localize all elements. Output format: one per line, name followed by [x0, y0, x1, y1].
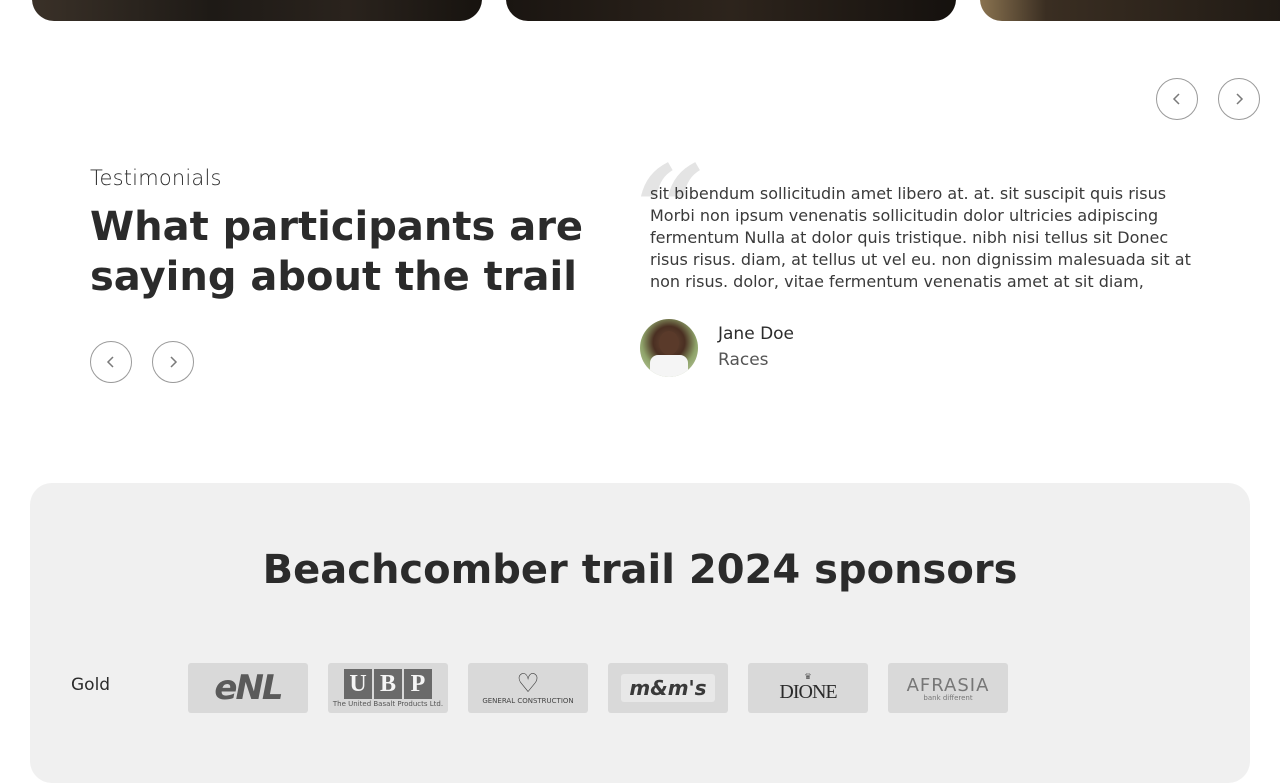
- testimonial-next-button[interactable]: [152, 341, 194, 383]
- logo-letter: P: [404, 668, 432, 699]
- sponsor-logo-enl[interactable]: eNL: [188, 663, 308, 713]
- carousel-next-button[interactable]: [1218, 78, 1260, 120]
- event-card-image[interactable]: [506, 0, 956, 21]
- logo-subtext: bank different: [923, 693, 973, 702]
- logo-text: m&m's: [621, 674, 715, 702]
- event-card-image[interactable]: [32, 0, 482, 21]
- testimonial-quote: sit bibendum sollicitudin amet libero at…: [650, 184, 1191, 291]
- logo-text: eNL: [214, 668, 283, 708]
- sponsors-panel: Beachcomber trail 2024 sponsors Gold eNL…: [30, 483, 1250, 783]
- chevron-right-icon: [170, 356, 178, 368]
- avatar: [640, 319, 698, 377]
- sponsor-logo-mms[interactable]: m&m's: [608, 663, 728, 713]
- section-eyebrow: Testimonials: [90, 166, 222, 190]
- logo-subtext: The United Basalt Products Ltd.: [332, 699, 444, 708]
- logo-text: GENERAL CONSTRUCTION: [482, 697, 574, 705]
- testimonial-prev-button[interactable]: [90, 341, 132, 383]
- carousel-prev-button[interactable]: [1156, 78, 1198, 120]
- logo-text: DIONE: [779, 681, 837, 703]
- crown-icon: ♛: [804, 672, 812, 681]
- sponsor-logo-general-construction[interactable]: ♡ GENERAL CONSTRUCTION: [468, 663, 588, 713]
- chevron-left-icon: [106, 356, 114, 368]
- testimonial-author-name: Jane Doe: [718, 324, 795, 344]
- logo-text: AFRASIA: [906, 674, 990, 696]
- sponsor-logo-afrasia[interactable]: AFRASIA bank different: [888, 663, 1008, 713]
- testimonial-author-role: Races: [718, 350, 769, 370]
- sponsor-tier-label: Gold: [71, 675, 111, 695]
- testimonials-heading: What participants are saying about the t…: [90, 204, 584, 300]
- chevron-right-icon: [1236, 93, 1244, 105]
- sponsor-logo-ubp[interactable]: U B P The United Basalt Products Ltd.: [328, 663, 448, 713]
- chevron-left-icon: [1172, 93, 1180, 105]
- event-card-image[interactable]: [980, 0, 1280, 21]
- logo-letter: U: [344, 668, 372, 699]
- heart-icon: ♡: [516, 669, 540, 699]
- sponsor-logo-dione[interactable]: ♛ DIONE: [748, 663, 868, 713]
- logo-letter: B: [374, 668, 402, 699]
- sponsors-heading: Beachcomber trail 2024 sponsors: [262, 547, 1018, 593]
